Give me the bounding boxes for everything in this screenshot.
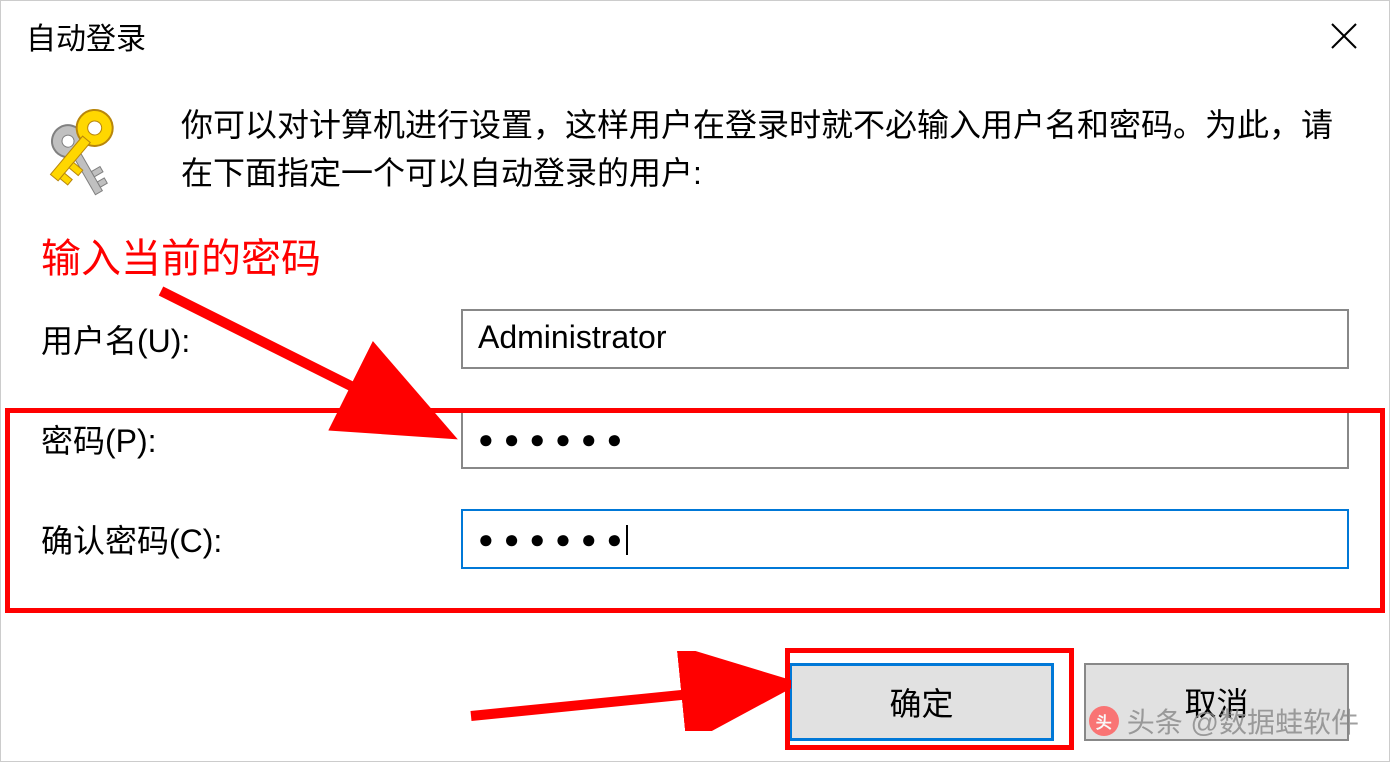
ok-button[interactable]: 确定 <box>789 663 1054 741</box>
watermark-icon: 头 <box>1089 706 1119 736</box>
username-field[interactable]: Administrator <box>461 309 1349 369</box>
watermark-text: 头条 @数据蛙软件 <box>1127 701 1359 741</box>
password-row: 密码(P): ●●●●●● <box>41 409 1349 469</box>
titlebar: 自动登录 <box>1 1 1389 71</box>
confirm-value: ●●●●●● <box>478 524 632 554</box>
close-button[interactable] <box>1319 11 1369 61</box>
dialog-title: 自动登录 <box>26 14 146 58</box>
username-row: 用户名(U): Administrator <box>41 309 1349 369</box>
dialog-content: 你可以对计算机进行设置，这样用户在登录时就不必输入用户名和密码。为此，请在下面指… <box>1 71 1389 589</box>
description-row: 你可以对计算机进行设置，这样用户在登录时就不必输入用户名和密码。为此，请在下面指… <box>41 101 1349 206</box>
confirm-field[interactable]: ●●●●●● <box>461 509 1349 569</box>
watermark: 头 头条 @数据蛙软件 <box>1089 701 1359 741</box>
username-label: 用户名(U): <box>41 316 461 362</box>
auto-login-dialog: 自动登录 <box>0 0 1390 762</box>
close-icon <box>1330 22 1358 50</box>
text-caret <box>626 525 628 555</box>
confirm-label: 确认密码(C): <box>41 516 461 562</box>
password-value: ●●●●●● <box>478 424 632 454</box>
annotation-arrow-to-ok <box>461 651 791 731</box>
annotation-hint: 输入当前的密码 <box>41 226 1349 284</box>
confirm-row: 确认密码(C): ●●●●●● <box>41 509 1349 569</box>
password-field[interactable]: ●●●●●● <box>461 409 1349 469</box>
description-text: 你可以对计算机进行设置，这样用户在登录时就不必输入用户名和密码。为此，请在下面指… <box>181 101 1349 206</box>
keys-icon <box>41 101 141 206</box>
username-value: Administrator <box>478 319 667 355</box>
password-label: 密码(P): <box>41 416 461 462</box>
